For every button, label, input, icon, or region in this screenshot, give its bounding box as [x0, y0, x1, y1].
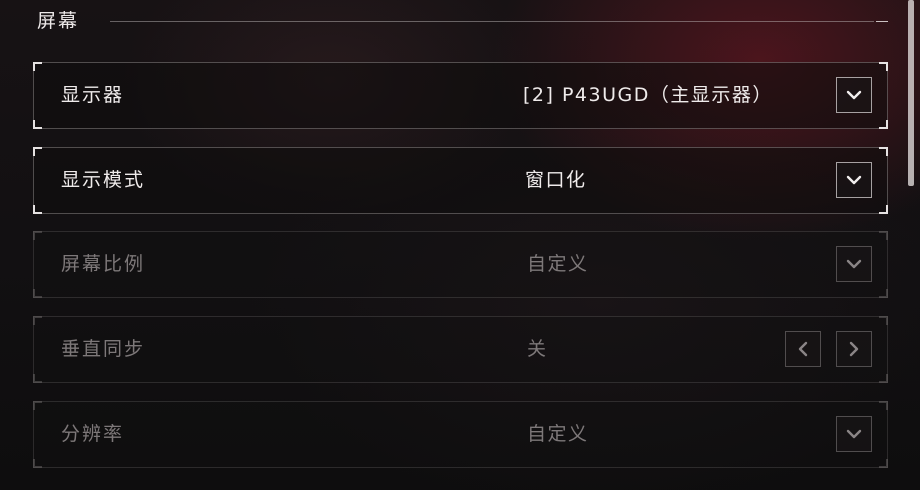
- setting-label-aspect-ratio: 屏幕比例: [61, 253, 146, 275]
- corner-bracket: [33, 205, 42, 214]
- collapse-dash-icon: [876, 21, 888, 22]
- chevron-down-icon: [846, 175, 862, 185]
- aspect-ratio-dropdown-button: [836, 246, 872, 282]
- corner-bracket: [879, 289, 888, 298]
- corner-bracket: [879, 120, 888, 129]
- corner-bracket: [879, 205, 888, 214]
- corner-bracket: [879, 316, 888, 325]
- corner-bracket: [879, 147, 888, 156]
- chevron-left-icon: [798, 341, 808, 357]
- chevron-down-icon: [846, 259, 862, 269]
- corner-bracket: [879, 374, 888, 383]
- corner-bracket: [33, 147, 42, 156]
- setting-row-display-mode[interactable]: 显示模式 窗口化: [33, 147, 888, 214]
- setting-label-monitor: 显示器: [61, 84, 125, 106]
- setting-value-resolution: 自定义: [527, 423, 589, 445]
- scrollbar-thumb[interactable]: [908, 0, 914, 186]
- corner-bracket: [879, 62, 888, 71]
- corner-bracket: [33, 316, 42, 325]
- setting-label-display-mode: 显示模式: [61, 169, 146, 191]
- setting-row-vsync: 垂直同步 关: [33, 316, 888, 383]
- setting-row-monitor[interactable]: 显示器 [2] P43UGD（主显示器）: [33, 62, 888, 129]
- corner-bracket: [33, 120, 42, 129]
- setting-value-aspect-ratio: 自定义: [527, 253, 589, 275]
- chevron-down-icon: [846, 429, 862, 439]
- corner-bracket: [33, 231, 42, 240]
- setting-row-aspect-ratio: 屏幕比例 自定义: [33, 231, 888, 298]
- corner-bracket: [879, 401, 888, 410]
- setting-value-monitor: [2] P43UGD（主显示器）: [523, 84, 773, 106]
- chevron-down-icon: [846, 90, 862, 100]
- vsync-next-button: [836, 331, 872, 367]
- setting-value-vsync: 关: [527, 338, 548, 360]
- corner-bracket: [879, 459, 888, 468]
- corner-bracket: [33, 374, 42, 383]
- setting-value-display-mode: 窗口化: [525, 169, 587, 191]
- section-divider: [110, 21, 874, 22]
- chevron-right-icon: [849, 341, 859, 357]
- display-mode-dropdown-button[interactable]: [836, 162, 872, 198]
- section-title: 屏幕: [37, 10, 80, 32]
- corner-bracket: [33, 401, 42, 410]
- setting-label-vsync: 垂直同步: [61, 338, 146, 360]
- corner-bracket: [33, 459, 42, 468]
- setting-row-resolution: 分辨率 自定义: [33, 401, 888, 468]
- setting-label-resolution: 分辨率: [61, 423, 125, 445]
- corner-bracket: [33, 62, 42, 71]
- corner-bracket: [33, 289, 42, 298]
- corner-bracket: [879, 231, 888, 240]
- section-header: 屏幕: [37, 8, 889, 36]
- monitor-dropdown-button[interactable]: [836, 77, 872, 113]
- vsync-prev-button: [785, 331, 821, 367]
- resolution-dropdown-button: [836, 416, 872, 452]
